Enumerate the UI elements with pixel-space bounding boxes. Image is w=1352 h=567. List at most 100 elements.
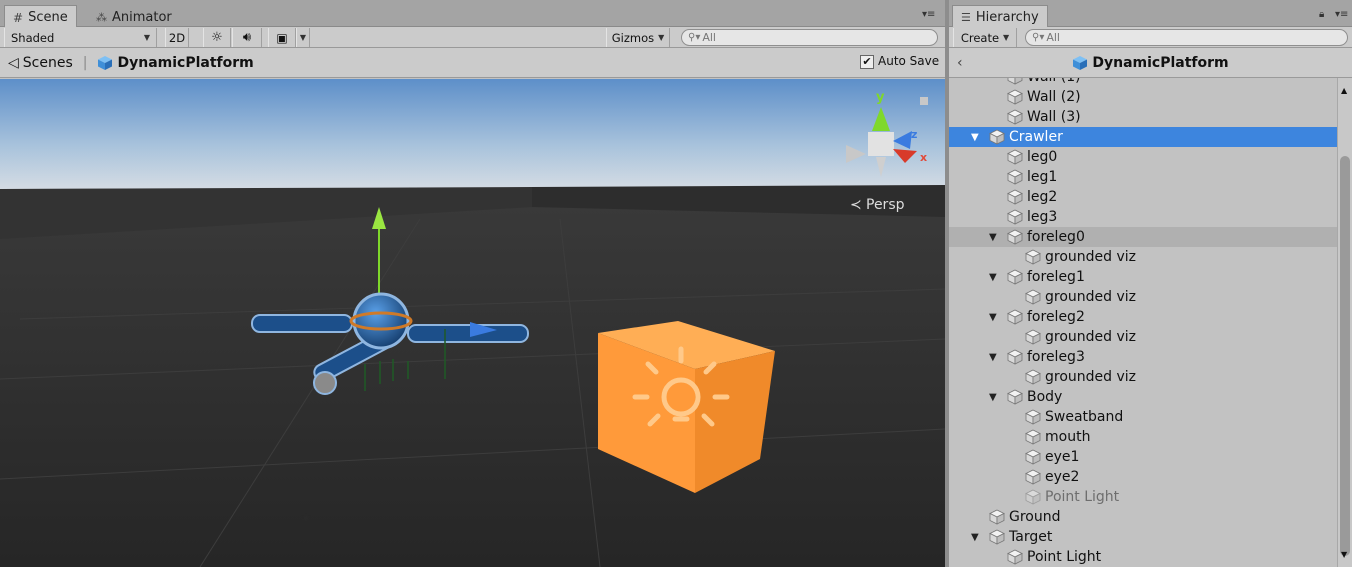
hierarchy-row[interactable]: Sweatband: [949, 407, 1337, 427]
hierarchy-row[interactable]: grounded viz: [949, 327, 1337, 347]
scroll-down-icon[interactable]: ▼: [1341, 550, 1347, 559]
hierarchy-row[interactable]: Wall (1): [949, 78, 1337, 87]
hierarchy-search-input[interactable]: ⚲▾ All: [1025, 29, 1348, 46]
auto-save-label: Auto Save: [878, 54, 940, 68]
gameobject-cube-icon: [1007, 169, 1023, 185]
hierarchy-row[interactable]: Point Light: [949, 487, 1337, 507]
foldout-arrow-icon[interactable]: ▼: [971, 132, 979, 143]
shading-mode-dropdown[interactable]: Shaded ▼: [4, 28, 157, 47]
tab-scene[interactable]: # Scene: [4, 5, 77, 27]
hierarchy-row[interactable]: mouth: [949, 427, 1337, 447]
hierarchy-row-label: Crawler: [1009, 129, 1063, 145]
foldout-arrow-icon[interactable]: ▼: [989, 232, 997, 243]
gameobject-cube-icon: [1025, 369, 1041, 385]
lock-view-icon[interactable]: [920, 97, 928, 105]
axis-z-label: z: [911, 128, 917, 141]
prefab-breadcrumb: ◁ Scenes | DynamicPlatform ✔ Auto Save: [0, 48, 945, 78]
hierarchy-row[interactable]: leg1: [949, 167, 1337, 187]
hierarchy-row-label: leg3: [1027, 209, 1058, 225]
hierarchy-row[interactable]: Ground: [949, 507, 1337, 527]
hierarchy-row[interactable]: ▼ foreleg1: [949, 267, 1337, 287]
panel-menu-icon[interactable]: ▾≡: [1335, 9, 1348, 20]
ground-plane: [0, 187, 945, 567]
hierarchy-row[interactable]: eye2: [949, 467, 1337, 487]
hierarchy-row-label: grounded viz: [1045, 249, 1137, 265]
toggle-2d-button[interactable]: 2D: [165, 28, 189, 47]
foldout-arrow-icon[interactable]: ▼: [989, 312, 997, 323]
shading-mode-label: Shaded: [11, 30, 55, 45]
chevron-down-icon: ▼: [658, 33, 665, 42]
gameobject-cube-icon: [1007, 389, 1023, 405]
scroll-up-icon[interactable]: ▲: [1341, 86, 1347, 95]
animator-icon: ⁂: [96, 10, 107, 24]
hierarchy-row[interactable]: leg2: [949, 187, 1337, 207]
foldout-arrow-icon[interactable]: ▼: [989, 352, 997, 363]
effects-toggle-button[interactable]: ▣: [268, 28, 296, 47]
hierarchy-row-label: leg2: [1027, 189, 1058, 205]
axis-x-label: x: [920, 151, 927, 164]
hierarchy-row[interactable]: grounded viz: [949, 367, 1337, 387]
tab-animator[interactable]: ⁂ Animator: [88, 5, 180, 27]
gameobject-cube-icon: [1007, 269, 1023, 285]
panel-menu-icon[interactable]: ▾≡: [922, 9, 935, 20]
hierarchy-row-label: grounded viz: [1045, 289, 1137, 305]
hierarchy-row[interactable]: ▼ Crawler: [949, 127, 1337, 147]
hierarchy-row[interactable]: Wall (2): [949, 87, 1337, 107]
gameobject-cube-icon: [989, 509, 1005, 525]
gameobject-cube-icon: [1025, 249, 1041, 265]
hierarchy-row-label: leg1: [1027, 169, 1058, 185]
gameobject-cube-icon: [1025, 489, 1041, 505]
foldout-arrow-icon[interactable]: ▼: [971, 532, 979, 543]
scene-viewport[interactable]: y z x ≺ Persp ✶: [0, 79, 945, 567]
lock-icon[interactable]: 🔒︎: [1319, 9, 1324, 20]
hierarchy-row[interactable]: ▼ foreleg2: [949, 307, 1337, 327]
gizmos-label: Gizmos: [611, 30, 655, 45]
scene-search-input[interactable]: ⚲▾ All: [681, 29, 938, 46]
hierarchy-scrollbar[interactable]: ▲ ▼: [1337, 78, 1352, 567]
create-dropdown[interactable]: Create ▼: [953, 28, 1017, 47]
hierarchy-row[interactable]: leg3: [949, 207, 1337, 227]
foldout-arrow-icon[interactable]: ▼: [989, 272, 997, 283]
hierarchy-row[interactable]: eye1: [949, 447, 1337, 467]
speaker-icon: 🔊︎: [242, 30, 252, 45]
create-label: Create: [960, 30, 1000, 45]
gizmos-dropdown[interactable]: Gizmos ▼: [606, 28, 670, 47]
gameobject-cube-icon: [1025, 289, 1041, 305]
hierarchy-row[interactable]: Wall (3): [949, 107, 1337, 127]
hierarchy-row-label: foreleg0: [1027, 229, 1085, 245]
scroll-thumb[interactable]: [1340, 156, 1350, 556]
prefab-name[interactable]: DynamicPlatform: [117, 55, 253, 71]
hierarchy-row-label: Sweatband: [1045, 409, 1124, 425]
auto-save-checkbox[interactable]: ✔: [860, 55, 874, 69]
search-icon: ⚲▾: [1032, 32, 1045, 43]
tab-scene-label: Scene: [28, 10, 68, 25]
foldout-arrow-icon[interactable]: ▼: [989, 392, 997, 403]
audio-toggle-button[interactable]: 🔊︎: [232, 28, 262, 47]
unity-logo-icon[interactable]: ◁: [8, 55, 19, 71]
hierarchy-row[interactable]: leg0: [949, 147, 1337, 167]
hierarchy-row[interactable]: ▼ foreleg3: [949, 347, 1337, 367]
hierarchy-row[interactable]: ▼ Target: [949, 527, 1337, 547]
scenes-link[interactable]: Scenes: [23, 55, 73, 71]
hierarchy-tabbar: ☰ Hierarchy 🔒︎ ▾≡: [949, 0, 1352, 27]
hierarchy-row[interactable]: ▼ foreleg0: [949, 227, 1337, 247]
tab-hierarchy[interactable]: ☰ Hierarchy: [952, 5, 1048, 27]
back-chevron-icon[interactable]: ‹: [957, 55, 963, 71]
hierarchy-row-label: foreleg2: [1027, 309, 1085, 325]
hierarchy-row[interactable]: grounded viz: [949, 287, 1337, 307]
hierarchy-search-placeholder: All: [1046, 31, 1060, 44]
effects-dropdown[interactable]: ▼: [296, 28, 310, 47]
breadcrumb-separator: |: [82, 54, 88, 71]
image-icon: ▣: [276, 30, 288, 45]
scene-render[interactable]: y z x ≺ Persp ✶: [0, 79, 945, 567]
lighting-toggle-button[interactable]: ☼: [203, 28, 231, 47]
gameobject-cube-icon: [1025, 409, 1041, 425]
hierarchy-row[interactable]: grounded viz: [949, 247, 1337, 267]
hierarchy-row[interactable]: ▼ Body: [949, 387, 1337, 407]
hierarchy-row-label: foreleg3: [1027, 349, 1085, 365]
hierarchy-row[interactable]: Point Light: [949, 547, 1337, 567]
tab-hierarchy-label: Hierarchy: [975, 10, 1039, 25]
projection-label[interactable]: Persp: [866, 197, 905, 213]
chevron-down-icon: ▼: [1003, 33, 1010, 42]
hierarchy-row-label: foreleg1: [1027, 269, 1085, 285]
